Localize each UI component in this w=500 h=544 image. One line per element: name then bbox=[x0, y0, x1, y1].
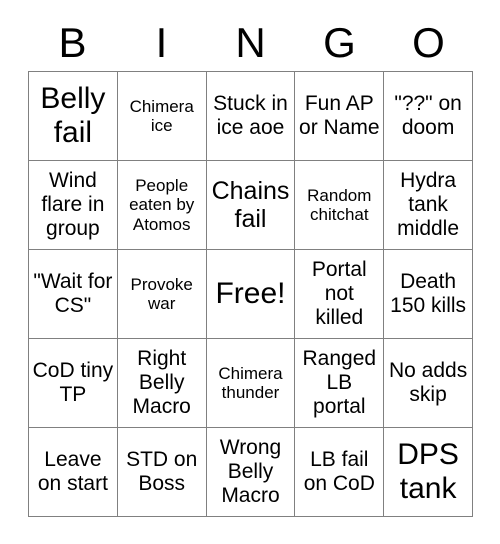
bingo-card: B I N G O Belly fail Chimera ice Stuck i… bbox=[0, 0, 500, 544]
bingo-header-letter-n: N bbox=[235, 19, 266, 66]
bingo-cell-g2[interactable]: Random chitchat bbox=[295, 161, 385, 250]
bingo-cell-label: Wind flare in group bbox=[41, 169, 105, 240]
bingo-header-letter-b: B bbox=[58, 19, 87, 66]
bingo-cell-label: Chimera ice bbox=[129, 96, 194, 135]
bingo-cell-b5[interactable]: Leave on start bbox=[29, 428, 118, 517]
bingo-cell-label: Portal not killed bbox=[311, 258, 367, 329]
bingo-cell-o1[interactable]: "??" on doom bbox=[384, 72, 473, 161]
bingo-cell-label: Death 150 kills bbox=[390, 270, 467, 317]
bingo-cell-label: Fun AP or Name bbox=[299, 92, 380, 139]
bingo-cell-label: Chains fail bbox=[211, 176, 290, 233]
bingo-cell-label: Random chitchat bbox=[307, 185, 372, 224]
bingo-cell-label: STD on Boss bbox=[126, 448, 198, 495]
bingo-cell-n4[interactable]: Chimera thunder bbox=[206, 339, 296, 428]
bingo-cell-label: Hydra tank middle bbox=[397, 169, 460, 240]
bingo-cell-g5[interactable]: LB fail on CoD bbox=[295, 428, 385, 517]
bingo-cell-label: Ranged LB portal bbox=[302, 347, 377, 418]
bingo-cell-o3[interactable]: Death 150 kills bbox=[384, 250, 473, 339]
bingo-header-letter-g: G bbox=[323, 19, 356, 66]
bingo-cell-label: People eaten by Atomos bbox=[129, 176, 195, 234]
bingo-cell-o5[interactable]: DPS tank bbox=[384, 428, 473, 517]
bingo-cell-i3[interactable]: Provoke war bbox=[117, 250, 207, 339]
bingo-cell-label: CoD tiny TP bbox=[32, 359, 114, 406]
bingo-cell-label: Leave on start bbox=[37, 448, 108, 495]
bingo-cell-b4[interactable]: CoD tiny TP bbox=[29, 339, 118, 428]
bingo-cell-g3[interactable]: Portal not killed bbox=[295, 250, 385, 339]
bingo-cell-label: Provoke war bbox=[130, 274, 193, 313]
bingo-cell-label: Right Belly Macro bbox=[132, 347, 191, 418]
bingo-cell-label: No adds skip bbox=[388, 359, 468, 406]
bingo-cell-label: Free! bbox=[215, 277, 286, 311]
bingo-cell-i1[interactable]: Chimera ice bbox=[117, 72, 207, 161]
bingo-cell-g4[interactable]: Ranged LB portal bbox=[295, 339, 385, 428]
bingo-cell-label: "Wait for CS" bbox=[33, 270, 113, 317]
bingo-cell-n5[interactable]: Wrong Belly Macro bbox=[206, 428, 296, 517]
bingo-header-letter-i: I bbox=[155, 19, 168, 66]
bingo-cell-b3[interactable]: "Wait for CS" bbox=[29, 250, 118, 339]
bingo-cell-b2[interactable]: Wind flare in group bbox=[29, 161, 118, 250]
bingo-header-row: B I N G O bbox=[28, 18, 473, 68]
bingo-cell-b1[interactable]: Belly fail bbox=[29, 72, 118, 161]
bingo-grid: Belly fail Chimera ice Stuck in ice aoe … bbox=[28, 71, 473, 517]
bingo-header-letter-o: O bbox=[412, 19, 445, 66]
bingo-cell-i2[interactable]: People eaten by Atomos bbox=[117, 161, 207, 250]
bingo-cell-i4[interactable]: Right Belly Macro bbox=[117, 339, 207, 428]
bingo-cell-n1[interactable]: Stuck in ice aoe bbox=[206, 72, 296, 161]
bingo-cell-free-space[interactable]: Free! bbox=[206, 250, 296, 339]
bingo-cell-i5[interactable]: STD on Boss bbox=[117, 428, 207, 517]
bingo-cell-label: Wrong Belly Macro bbox=[219, 436, 282, 507]
bingo-cell-label: DPS tank bbox=[397, 438, 459, 505]
bingo-cell-label: Stuck in ice aoe bbox=[213, 92, 288, 139]
bingo-cell-o4[interactable]: No adds skip bbox=[384, 339, 473, 428]
bingo-cell-label: Chimera thunder bbox=[218, 363, 283, 402]
bingo-cell-label: Belly fail bbox=[40, 82, 106, 149]
bingo-cell-o2[interactable]: Hydra tank middle bbox=[384, 161, 473, 250]
bingo-cell-label: "??" on doom bbox=[394, 92, 462, 139]
bingo-cell-g1[interactable]: Fun AP or Name bbox=[295, 72, 385, 161]
bingo-cell-label: LB fail on CoD bbox=[303, 448, 375, 495]
bingo-cell-n2[interactable]: Chains fail bbox=[206, 161, 296, 250]
